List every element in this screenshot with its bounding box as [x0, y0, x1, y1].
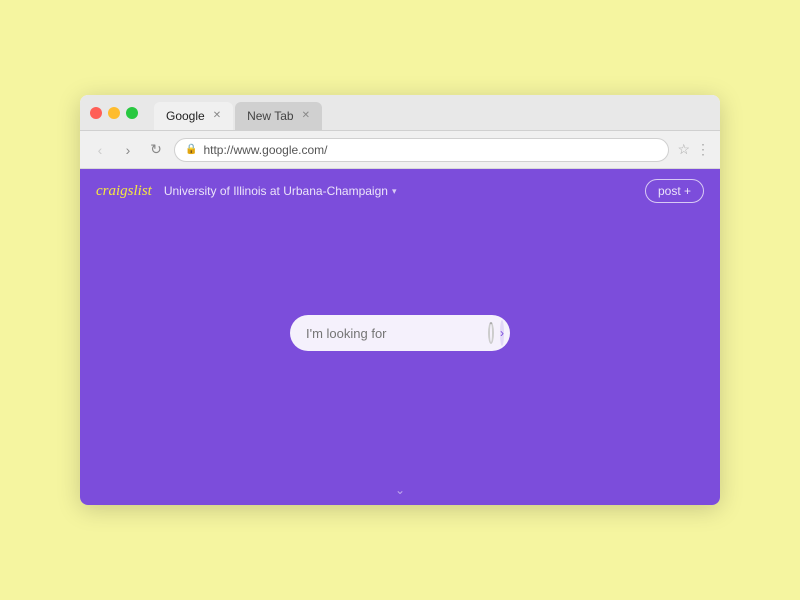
lock-icon: 🔒	[185, 144, 197, 155]
chevron-down-icon: ▾	[392, 186, 397, 197]
url-bar[interactable]: 🔒 http://www.google.com/	[174, 138, 669, 162]
browser-window: Google ✕ New Tab ✕ ‹ › ↻ 🔒 http://www.go…	[80, 95, 720, 505]
maximize-button[interactable]	[126, 107, 138, 119]
close-button[interactable]	[90, 107, 102, 119]
post-button[interactable]: post +	[645, 179, 704, 203]
cl-search-bar: ›	[290, 315, 510, 351]
title-bar: Google ✕ New Tab ✕	[80, 95, 720, 131]
tab-newtab-label: New Tab	[247, 109, 293, 123]
forward-button[interactable]: ›	[118, 140, 138, 160]
search-go-button[interactable]: ›	[500, 320, 504, 346]
traffic-lights	[90, 107, 138, 119]
cl-location-text: University of Illinois at Urbana-Champai…	[164, 184, 388, 198]
address-bar-actions: ☆ ⋮	[677, 141, 710, 158]
loading-spinner	[488, 322, 494, 344]
tab-newtab[interactable]: New Tab ✕	[235, 102, 322, 130]
back-button[interactable]: ‹	[90, 140, 110, 160]
cl-location[interactable]: University of Illinois at Urbana-Champai…	[164, 184, 397, 198]
minimize-button[interactable]	[108, 107, 120, 119]
cl-logo: craigslist	[96, 183, 152, 200]
scroll-down-icon: ⌄	[395, 483, 405, 497]
search-input[interactable]	[306, 326, 482, 341]
tab-google[interactable]: Google ✕	[154, 102, 233, 130]
address-bar: ‹ › ↻ 🔒 http://www.google.com/ ☆ ⋮	[80, 131, 720, 169]
cl-header: craigslist University of Illinois at Urb…	[80, 169, 720, 213]
cl-main: ›	[80, 213, 720, 483]
url-text: http://www.google.com/	[203, 143, 327, 157]
menu-icon[interactable]: ⋮	[696, 141, 710, 158]
cl-logo-area: craigslist University of Illinois at Urb…	[96, 183, 396, 200]
tab-list: Google ✕ New Tab ✕	[154, 95, 324, 130]
cl-bottom: ⌄	[80, 483, 720, 505]
tab-google-label: Google	[166, 109, 205, 123]
browser-content: craigslist University of Illinois at Urb…	[80, 169, 720, 505]
tab-google-close[interactable]: ✕	[213, 111, 221, 121]
star-icon[interactable]: ☆	[677, 141, 690, 158]
reload-button[interactable]: ↻	[146, 140, 166, 160]
tab-newtab-close[interactable]: ✕	[302, 111, 310, 121]
